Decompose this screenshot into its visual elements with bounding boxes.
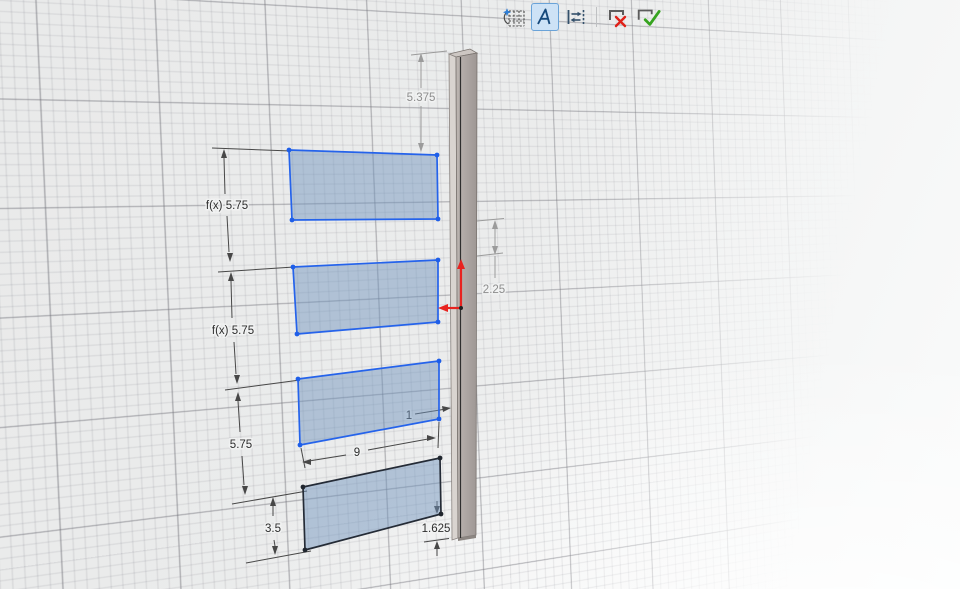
toolbar-separator <box>596 7 597 27</box>
vertex[interactable] <box>436 416 442 422</box>
dimension-label[interactable]: 5.75 <box>228 438 253 453</box>
vertex[interactable] <box>297 442 303 448</box>
dimension-bar-top-offset: 5.375 <box>405 50 448 152</box>
vertex[interactable] <box>437 455 443 461</box>
vertex[interactable] <box>286 147 292 153</box>
confirm-sketch-button[interactable] <box>634 3 662 31</box>
vertex[interactable] <box>436 358 442 364</box>
view-normal-button[interactable] <box>531 3 559 31</box>
grid-snap-icon <box>503 8 525 27</box>
vertex[interactable] <box>435 216 441 222</box>
origin-point[interactable] <box>459 306 463 310</box>
bar-front-face <box>455 52 478 539</box>
dimension-origin-offset: 2.25 <box>476 218 507 298</box>
vertex[interactable] <box>302 547 308 553</box>
dimension-pitch-1: f(x) 5.75 <box>204 147 295 273</box>
dimension-label[interactable]: 9 <box>352 446 361 461</box>
sketch-toolbar <box>500 3 662 31</box>
vertex[interactable] <box>300 484 306 490</box>
vertex[interactable] <box>289 217 295 223</box>
vertex[interactable] <box>434 152 440 158</box>
extruded-bar[interactable] <box>447 48 479 541</box>
sketch-rectangle-2[interactable] <box>290 257 441 337</box>
dimension-label[interactable]: 5.375 <box>405 91 437 106</box>
cad-viewport: 5.375 f(x) 5.75 f(x) 5.75 5.75 3.5 9 2.2… <box>0 0 960 589</box>
discard-sketch-button[interactable] <box>603 3 631 31</box>
sketch-rectangle-4[interactable] <box>300 455 444 553</box>
sketch-rectangle-3[interactable] <box>295 358 442 448</box>
vertex[interactable] <box>438 511 444 517</box>
vertex[interactable] <box>294 331 300 337</box>
vertex[interactable] <box>435 319 441 325</box>
dimension-label[interactable]: 1.625 <box>420 522 452 537</box>
vertex[interactable] <box>435 257 441 263</box>
dimension-pitch-2: f(x) 5.75 <box>210 272 301 391</box>
dimension-pitch-3: 5.75 <box>228 392 308 505</box>
flip-direction-button[interactable] <box>562 3 590 31</box>
sketch-rectangle-1[interactable] <box>286 147 441 223</box>
dimension-rect-height: 3.5 <box>245 497 312 564</box>
flip-arrows-icon <box>567 10 585 24</box>
dimension-label[interactable]: 2.25 <box>481 283 506 298</box>
dimension-label[interactable]: f(x) 5.75 <box>210 324 255 339</box>
dimension-label[interactable]: 3.5 <box>264 522 283 537</box>
view-normal-icon <box>537 8 551 25</box>
sketch-accept-check-icon <box>637 9 661 26</box>
grid-settings-button[interactable] <box>500 3 528 31</box>
sketch-cancel-x-icon <box>609 10 627 28</box>
vertex[interactable] <box>290 264 296 270</box>
dimension-label[interactable]: f(x) 5.75 <box>204 199 249 214</box>
vertex[interactable] <box>295 376 301 382</box>
sketch-scene: 5.375 f(x) 5.75 f(x) 5.75 5.75 3.5 9 2.2… <box>204 48 507 564</box>
